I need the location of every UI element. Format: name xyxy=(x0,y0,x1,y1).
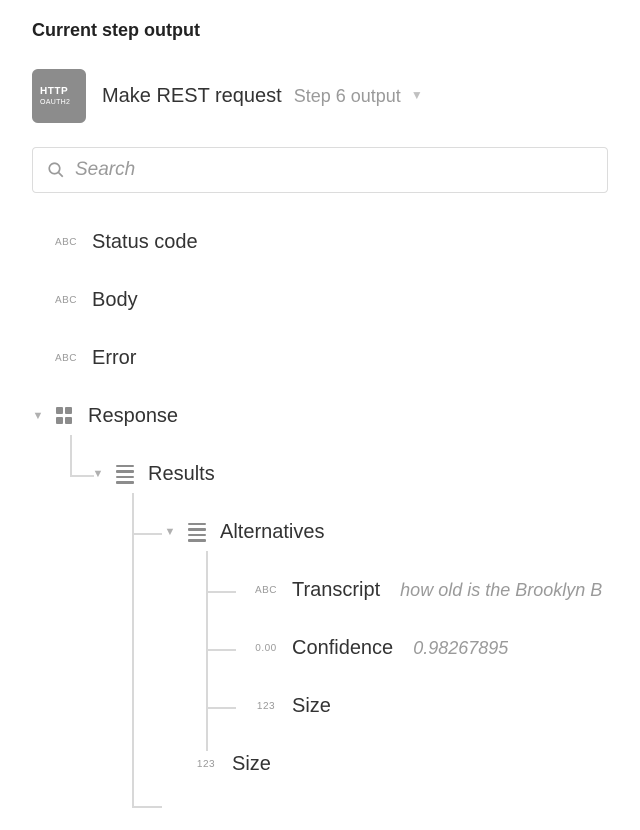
field-label: Body xyxy=(92,289,138,312)
type-abc-icon: ABC xyxy=(250,585,282,596)
type-integer-icon: 123 xyxy=(190,759,222,770)
field-error[interactable]: ABC Error xyxy=(32,343,608,373)
type-integer-icon: 123 xyxy=(250,701,282,712)
field-alt-size[interactable]: 123 Size xyxy=(32,691,608,721)
app-badge-line1: HTTP xyxy=(40,86,68,97)
field-confidence[interactable]: 0.00 Confidence 0.98267895 xyxy=(32,633,608,663)
app-badge: HTTP OAUTH2 xyxy=(32,69,86,123)
field-label: Results xyxy=(148,463,215,486)
search-icon xyxy=(47,161,65,179)
step-header[interactable]: HTTP OAUTH2 Make REST request Step 6 out… xyxy=(32,69,608,123)
chevron-down-icon[interactable]: ▼ xyxy=(92,468,104,480)
list-icon xyxy=(188,523,206,542)
field-label: Size xyxy=(232,753,271,776)
output-tree: ABC Status code ABC Body ABC Error ▼ Res… xyxy=(32,227,608,779)
page-title: Current step output xyxy=(32,20,608,41)
step-title: Make REST request xyxy=(102,85,282,108)
app-badge-line2: OAUTH2 xyxy=(40,99,70,106)
chevron-down-icon[interactable]: ▼ xyxy=(32,410,44,422)
field-results[interactable]: ▼ Results xyxy=(32,459,608,489)
type-abc-icon: ABC xyxy=(50,353,82,364)
type-abc-icon: ABC xyxy=(50,237,82,248)
list-icon xyxy=(116,465,134,484)
field-results-size[interactable]: 123 Size xyxy=(32,749,608,779)
field-label: Transcript xyxy=(292,579,380,602)
field-alternatives[interactable]: ▼ Alternatives xyxy=(32,517,608,547)
field-label: Response xyxy=(88,405,178,428)
field-status-code[interactable]: ABC Status code xyxy=(32,227,608,257)
field-response[interactable]: ▼ Response xyxy=(32,401,608,431)
field-label: Size xyxy=(292,695,331,718)
field-label: Error xyxy=(92,347,136,370)
chevron-down-icon[interactable]: ▼ xyxy=(411,88,423,102)
field-label: Status code xyxy=(92,231,198,254)
field-value: 0.98267895 xyxy=(413,638,508,659)
search-box[interactable] xyxy=(32,147,608,193)
step-subtitle: Step 6 output xyxy=(294,86,401,107)
field-label: Alternatives xyxy=(220,521,325,544)
type-decimal-icon: 0.00 xyxy=(250,643,282,654)
object-icon xyxy=(56,407,74,425)
field-value: how old is the Brooklyn B xyxy=(400,580,602,601)
search-input[interactable] xyxy=(75,159,593,181)
field-label: Confidence xyxy=(292,637,393,660)
type-abc-icon: ABC xyxy=(50,295,82,306)
field-transcript[interactable]: ABC Transcript how old is the Brooklyn B xyxy=(32,575,608,605)
field-body[interactable]: ABC Body xyxy=(32,285,608,315)
chevron-down-icon[interactable]: ▼ xyxy=(164,526,176,538)
